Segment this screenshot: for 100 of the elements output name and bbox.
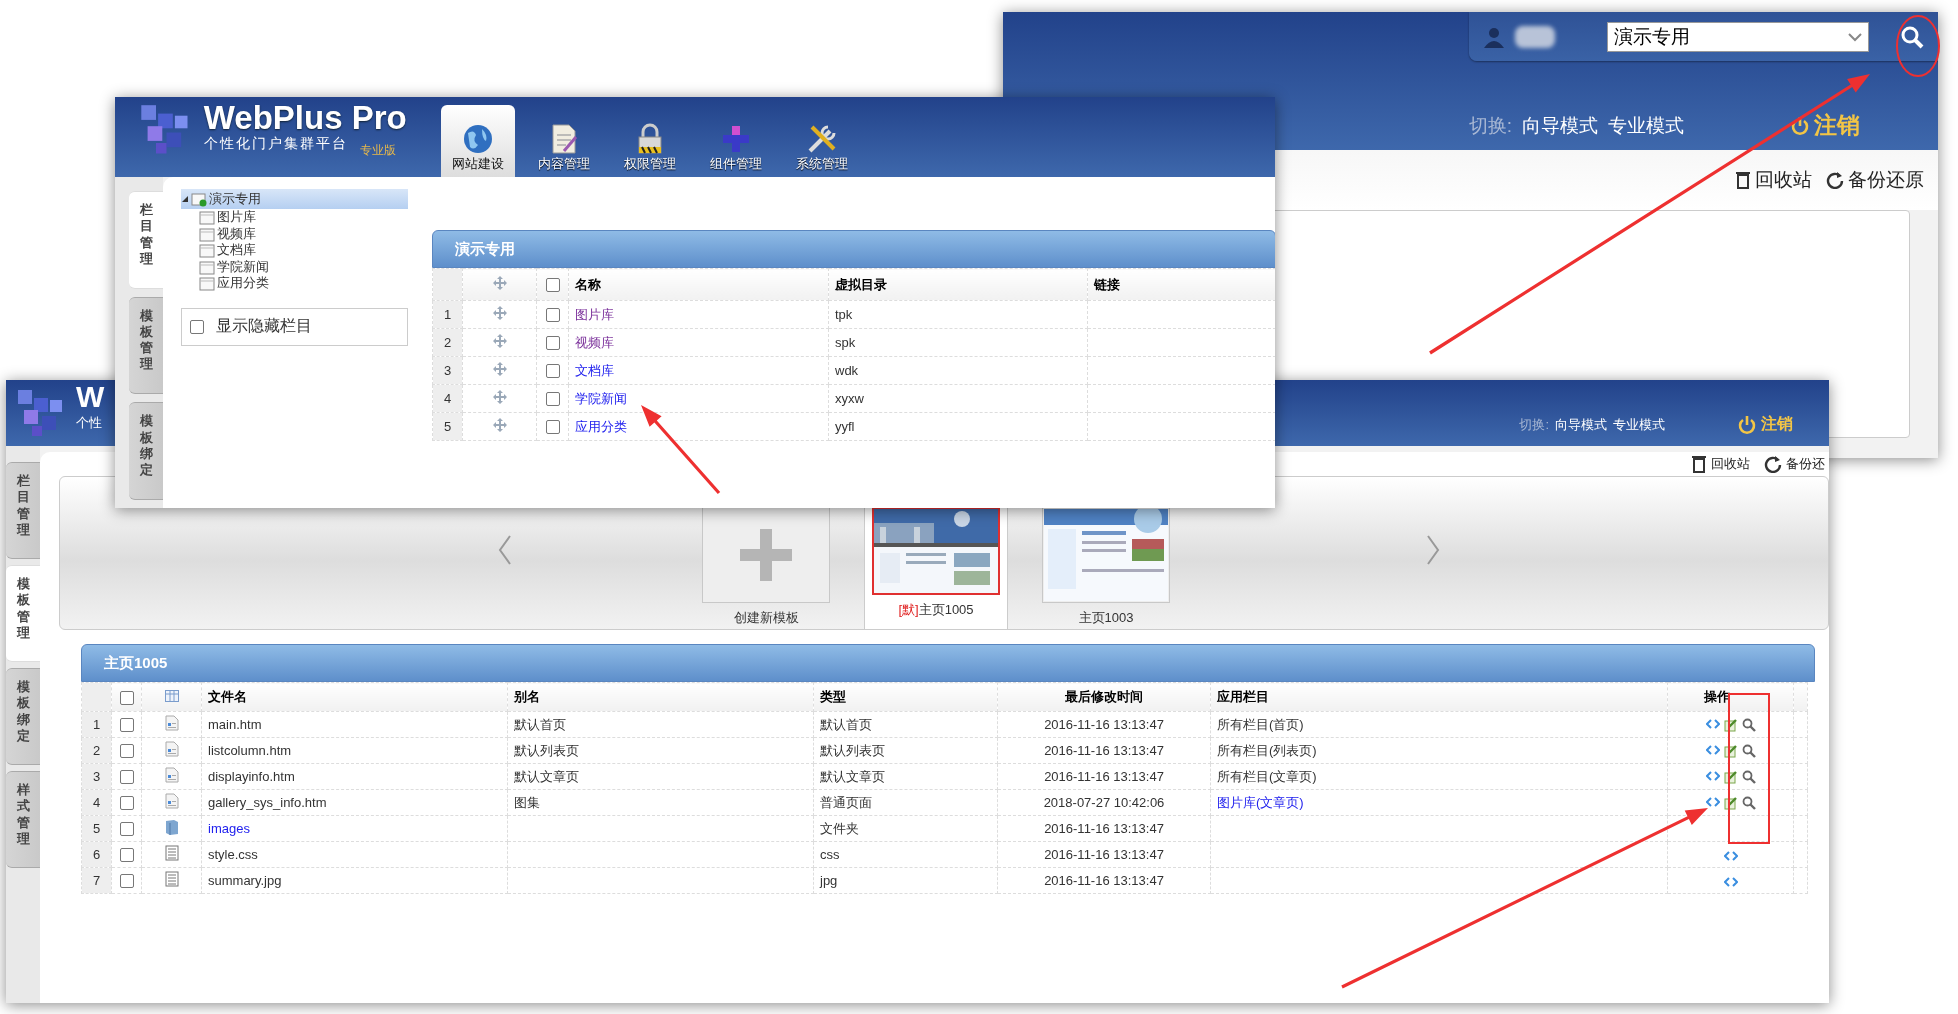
move-icon [492,334,507,348]
code-icon[interactable] [1705,718,1720,731]
checkbox[interactable] [119,848,134,863]
recycle-bin-link[interactable]: 回收站 [1691,455,1750,473]
tree-item[interactable]: 图片库 [217,208,256,227]
row-number: 3 [81,763,112,790]
table-cell: 2016-11-16 13:13:47 [997,867,1211,894]
mode-link[interactable]: 向导模式 [1555,415,1607,434]
link[interactable]: 学院新闻 [575,390,627,406]
checkbox[interactable] [545,420,560,435]
refresh-icon [1764,455,1782,473]
user-icon [1483,25,1505,48]
folder-add-icon [191,191,207,207]
link[interactable]: 图片库(文章页) [1217,794,1304,810]
code-icon[interactable] [1723,875,1738,888]
checkbox[interactable] [119,744,134,759]
page-icon [164,793,179,809]
edit-icon[interactable] [1723,718,1738,733]
checkbox[interactable] [545,336,560,351]
mode-link[interactable]: 向导模式 [1522,112,1598,139]
move-icon [492,362,507,376]
link[interactable]: 应用分类 [575,418,627,434]
checkbox[interactable] [119,770,134,785]
row-number: 7 [81,867,112,894]
tree-item[interactable]: 文档库 [217,241,256,260]
row-number: 4 [432,384,463,413]
select-all-checkbox[interactable] [545,278,560,293]
side-tab[interactable]: 模板管理 [129,296,163,395]
tree-item[interactable]: 学院新闻 [217,257,269,276]
tree-item[interactable]: 视频库 [217,224,256,243]
side-tab[interactable]: 模板绑定 [129,402,163,500]
code-icon[interactable] [1705,744,1720,757]
collapse-triangle-icon[interactable] [181,195,189,203]
search-icon[interactable] [1741,718,1756,733]
template-label: 创建新模板 [733,609,799,627]
mode-link[interactable]: 专业模式 [1613,415,1665,434]
edit-icon[interactable] [1723,796,1738,811]
chevron-right-icon[interactable] [1426,535,1440,565]
table-cell: 2016-11-16 13:13:47 [997,711,1211,738]
code-icon[interactable] [1705,796,1720,809]
move-icon [492,276,507,290]
table-cell: 所有栏目(列表页) [1210,737,1668,764]
side-tab[interactable]: 模板绑定 [6,668,40,765]
brand-title: W [76,382,105,412]
chevron-left-icon[interactable] [498,535,512,565]
checkbox[interactable] [119,718,134,733]
link[interactable]: 文档库 [575,362,614,378]
select-all-checkbox[interactable] [119,690,134,705]
checkbox[interactable] [119,874,134,889]
link[interactable]: 图片库 [575,306,614,322]
row-number: 2 [432,328,463,357]
checkbox[interactable] [119,822,134,837]
blurred-name [1515,25,1555,48]
row-number: 5 [432,412,463,441]
code-icon[interactable] [1723,849,1738,862]
search-icon[interactable] [1741,796,1756,811]
globe-icon [461,123,494,155]
recycle-bin-link[interactable]: 回收站 [1735,167,1812,193]
edit-icon[interactable] [1723,770,1738,785]
folder-icon [199,225,215,242]
nav-tab[interactable]: 权限管理 [612,105,687,177]
checkbox[interactable] [119,796,134,811]
nav-tab[interactable]: 组件管理 [698,105,773,177]
search-icon[interactable] [1741,744,1756,759]
nav-tab[interactable]: 网站建设 [440,105,515,177]
link[interactable]: images [208,821,250,836]
column-header: 类型 [820,689,846,704]
checkbox[interactable] [190,319,204,334]
table-cell: 默认列表页 [813,737,998,764]
side-tab[interactable]: 栏目管理 [129,191,163,289]
power-icon [1737,414,1757,435]
chevron-down-icon [1848,31,1862,42]
backup-restore-link[interactable]: 备份还原 [1826,167,1924,193]
checkbox[interactable] [545,392,560,407]
table-cell: 2018-07-27 10:42:06 [997,789,1211,816]
backup-restore-link[interactable]: 备份还 [1764,455,1825,473]
folder-icon [164,819,179,835]
mode-link[interactable]: 专业模式 [1608,112,1684,139]
edit-icon[interactable] [1723,744,1738,759]
checkbox[interactable] [545,364,560,379]
search-icon[interactable] [1741,770,1756,785]
folder-icon [199,209,215,226]
side-tab[interactable]: 模板管理 [6,565,40,662]
logout-button[interactable]: 注销 [1731,413,1799,436]
folder-icon [199,258,215,275]
move-icon [492,306,507,320]
code-icon[interactable] [1705,770,1720,783]
tree-node[interactable]: 演示专用 [181,189,408,209]
checkbox[interactable] [545,308,560,323]
tree-item[interactable]: 应用分类 [217,274,269,293]
nav-tab[interactable]: 系统管理 [784,105,859,177]
table-cell: listcolumn.htm [201,737,508,764]
folder-icon [199,242,215,259]
side-tab[interactable]: 样式管理 [6,771,40,868]
link[interactable]: 视频库 [575,334,614,350]
side-tab[interactable]: 栏目管理 [6,462,40,559]
table-cell: 默认文章页 [507,763,814,790]
site-select[interactable]: 演示专用 [1607,21,1869,52]
template-item[interactable]: [默]主页1005 [864,507,1008,629]
nav-tab[interactable]: 内容管理 [526,105,601,177]
